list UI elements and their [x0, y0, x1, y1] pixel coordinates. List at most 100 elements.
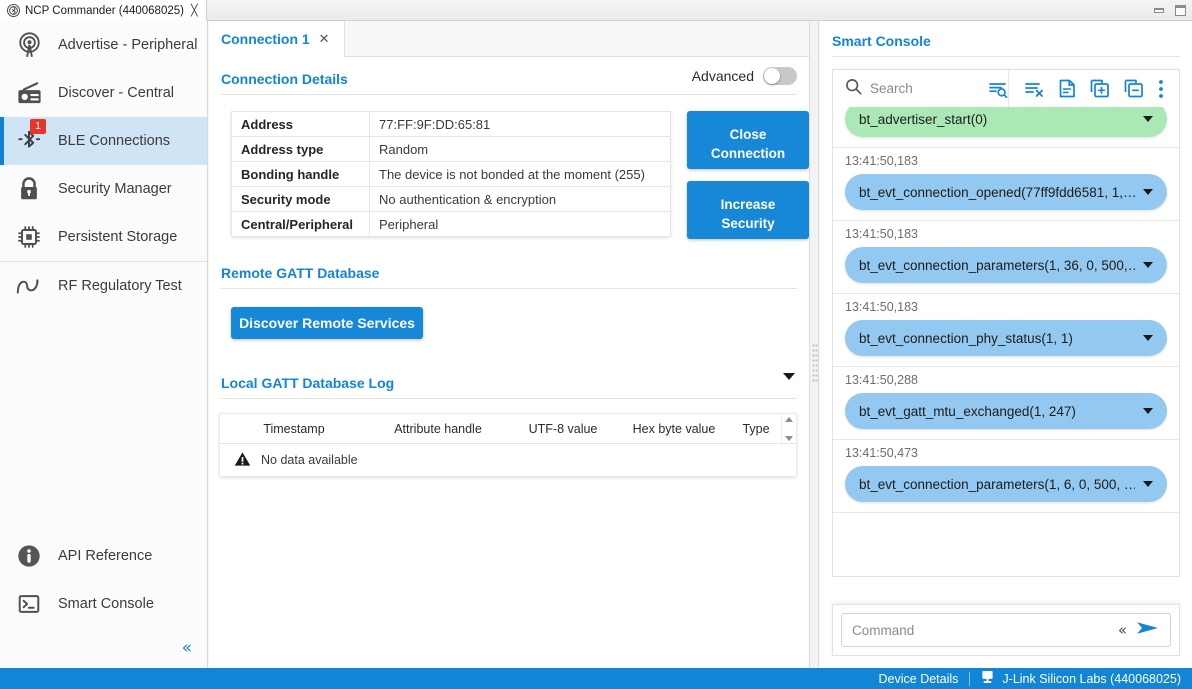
local-gatt-log-table: Timestamp Attribute handle UTF-8 value H… — [219, 413, 797, 477]
expand-command-icon[interactable]: « — [1118, 621, 1127, 639]
list-item: 13:41:50,183 bt_evt_connection_opened(77… — [833, 148, 1179, 221]
detail-value: 77:FF:9F:DD:65:81 — [369, 111, 671, 137]
detail-key: Address type — [231, 136, 370, 162]
connection-details-header: Connection Details Advanced — [221, 57, 797, 95]
sidebar-item-discover-central[interactable]: Discover - Central — [0, 69, 207, 117]
list-item: 13:41:50,183 bt_evt_connection_phy_statu… — [833, 294, 1179, 367]
local-gatt-log-header-row: Timestamp Attribute handle UTF-8 value H… — [220, 414, 796, 444]
collapse-sidebar-icon[interactable]: « — [182, 638, 192, 658]
splitter-grip[interactable] — [812, 343, 818, 383]
chevron-down-icon[interactable] — [1143, 262, 1153, 268]
sidebar-item-security-manager[interactable]: Security Manager — [0, 165, 207, 213]
table-row: Address type Random — [231, 136, 671, 162]
search-input[interactable]: Search — [833, 70, 1009, 107]
scroll-up-icon[interactable] — [784, 417, 793, 422]
increase-security-button[interactable]: Increase Security — [687, 181, 809, 239]
sidebar-item-persistent-storage[interactable]: Persistent Storage — [0, 213, 207, 261]
copy-remove-icon[interactable] — [1124, 79, 1144, 98]
sidebar-item-smart-console[interactable]: Smart Console — [0, 580, 207, 628]
detail-key: Central/Peripheral — [231, 211, 370, 237]
smart-console-log-list[interactable]: bt_advertiser_start(0) 13:41:50,183 bt_e… — [832, 107, 1180, 577]
detail-key: Bonding handle — [231, 161, 370, 187]
copy-add-icon[interactable] — [1090, 79, 1110, 98]
log-pill-event[interactable]: bt_evt_connection_opened(77ff9fdd6581, 1… — [845, 174, 1167, 210]
discover-remote-services-button[interactable]: Discover Remote Services — [231, 307, 423, 339]
close-connection-line2: Connection — [710, 145, 786, 161]
command-bar-wrapper: Command « — [832, 604, 1180, 656]
log-pill-command[interactable]: bt_advertiser_start(0) — [845, 107, 1167, 137]
sidebar-item-advertise-peripheral[interactable]: Advertise - Peripheral — [0, 21, 207, 69]
smart-console-panel: Smart Console Search bt_advertiser_start… — [820, 21, 1192, 668]
window-tab-label: NCP Commander (440068025) — [25, 4, 184, 17]
window-tab-ncp-commander[interactable]: NCP Commander (440068025) ╳ — [0, 0, 207, 21]
list-item: bt_advertiser_start(0) — [833, 107, 1179, 148]
sidebar-item-label: Advertise - Peripheral — [58, 37, 198, 53]
more-options-icon[interactable] — [1158, 79, 1164, 99]
send-command-icon[interactable] — [1136, 619, 1160, 642]
column-header-hex-byte-value[interactable]: Hex byte value — [618, 422, 730, 436]
connection-details-body: Address 77:FF:9F:DD:65:81 Address type R… — [231, 111, 809, 239]
log-pill-event[interactable]: bt_evt_gatt_mtu_exchanged(1, 247) — [845, 393, 1167, 429]
panel-splitter[interactable] — [809, 21, 819, 668]
log-pill-event[interactable]: bt_evt_connection_parameters(1, 36, 0, 5… — [845, 247, 1167, 283]
antenna-icon — [14, 30, 44, 60]
increase-security-line1: Increase — [720, 196, 776, 212]
chevron-down-icon[interactable] — [1143, 408, 1153, 414]
minimize-button[interactable] — [1152, 3, 1167, 17]
maximize-button[interactable] — [1173, 3, 1188, 17]
sidebar-item-label: Security Manager — [58, 181, 172, 197]
remote-gatt-title: Remote GATT Database — [221, 265, 380, 281]
increase-security-line2: Security — [721, 215, 775, 231]
tab-connection-1[interactable]: Connection 1 ✕ — [209, 21, 345, 57]
column-header-utf8-value[interactable]: UTF-8 value — [508, 422, 618, 436]
log-table-scrollbar[interactable] — [781, 415, 795, 443]
sidebar-item-label: API Reference — [58, 548, 153, 564]
sidebar-item-rf-regulatory-test[interactable]: RF Regulatory Test — [0, 262, 207, 310]
status-adapter[interactable]: J-Link Silicon Labs (440068025) — [970, 670, 1192, 687]
log-timestamp: 13:41:50,183 — [845, 154, 918, 168]
log-timestamp: 13:41:50,288 — [845, 373, 918, 387]
window-tab-close-icon[interactable]: ╳ — [191, 4, 198, 17]
advanced-toggle[interactable] — [763, 67, 797, 85]
chevron-down-icon[interactable] — [783, 373, 795, 380]
log-pill-text: bt_evt_gatt_mtu_exchanged(1, 247) — [859, 403, 1076, 419]
radio-icon — [14, 78, 44, 108]
column-header-type[interactable]: Type — [730, 422, 782, 436]
detail-value: Peripheral — [369, 211, 671, 237]
command-placeholder: Command — [852, 622, 915, 638]
log-timestamp: 13:41:50,183 — [845, 227, 918, 241]
log-pill-event[interactable]: bt_evt_connection_parameters(1, 6, 0, 50… — [845, 466, 1167, 502]
chevron-down-icon[interactable] — [1143, 116, 1153, 122]
save-log-icon[interactable] — [1059, 79, 1076, 98]
minimize-icon — [1154, 8, 1164, 13]
connection-tab-bar: Connection 1 ✕ — [209, 21, 809, 57]
table-row: Central/Peripheral Peripheral — [231, 211, 671, 237]
smart-console-title: Smart Console — [832, 21, 1180, 57]
chevron-down-icon[interactable] — [1143, 481, 1153, 487]
chip-icon — [14, 222, 44, 252]
connection-panel: Connection 1 ✕ Connection Details Advanc… — [209, 21, 809, 668]
sidebar-item-label: Smart Console — [58, 596, 154, 612]
list-item: 13:41:50,183 bt_evt_connection_parameter… — [833, 221, 1179, 294]
log-pill-event[interactable]: bt_evt_connection_phy_status(1, 1) — [845, 320, 1167, 356]
column-header-attribute-handle[interactable]: Attribute handle — [368, 422, 508, 436]
close-connection-button[interactable]: Close Connection — [687, 111, 809, 169]
search-placeholder: Search — [870, 81, 913, 96]
window-title-bar: NCP Commander (440068025) ╳ — [0, 0, 1192, 21]
waveform-icon — [14, 271, 44, 301]
clear-log-icon[interactable] — [1024, 80, 1045, 98]
chevron-down-icon[interactable] — [1143, 335, 1153, 341]
sidebar-item-api-reference[interactable]: API Reference — [0, 532, 207, 580]
sidebar-item-ble-connections[interactable]: 1 BLE Connections — [0, 117, 207, 165]
search-filter-icon[interactable] — [988, 80, 1008, 98]
scroll-down-icon[interactable] — [784, 436, 793, 441]
warning-icon — [234, 451, 251, 470]
tab-connection-1-label: Connection 1 — [221, 31, 310, 47]
status-device-details[interactable]: Device Details — [868, 672, 970, 686]
tab-connection-1-close-icon[interactable]: ✕ — [319, 32, 330, 47]
info-icon — [14, 541, 44, 571]
sidebar-bottom-group: API Reference Smart Console « — [0, 532, 207, 668]
chevron-down-icon[interactable] — [1143, 189, 1153, 195]
column-header-timestamp[interactable]: Timestamp — [220, 422, 368, 436]
command-input[interactable]: Command « — [841, 613, 1171, 647]
